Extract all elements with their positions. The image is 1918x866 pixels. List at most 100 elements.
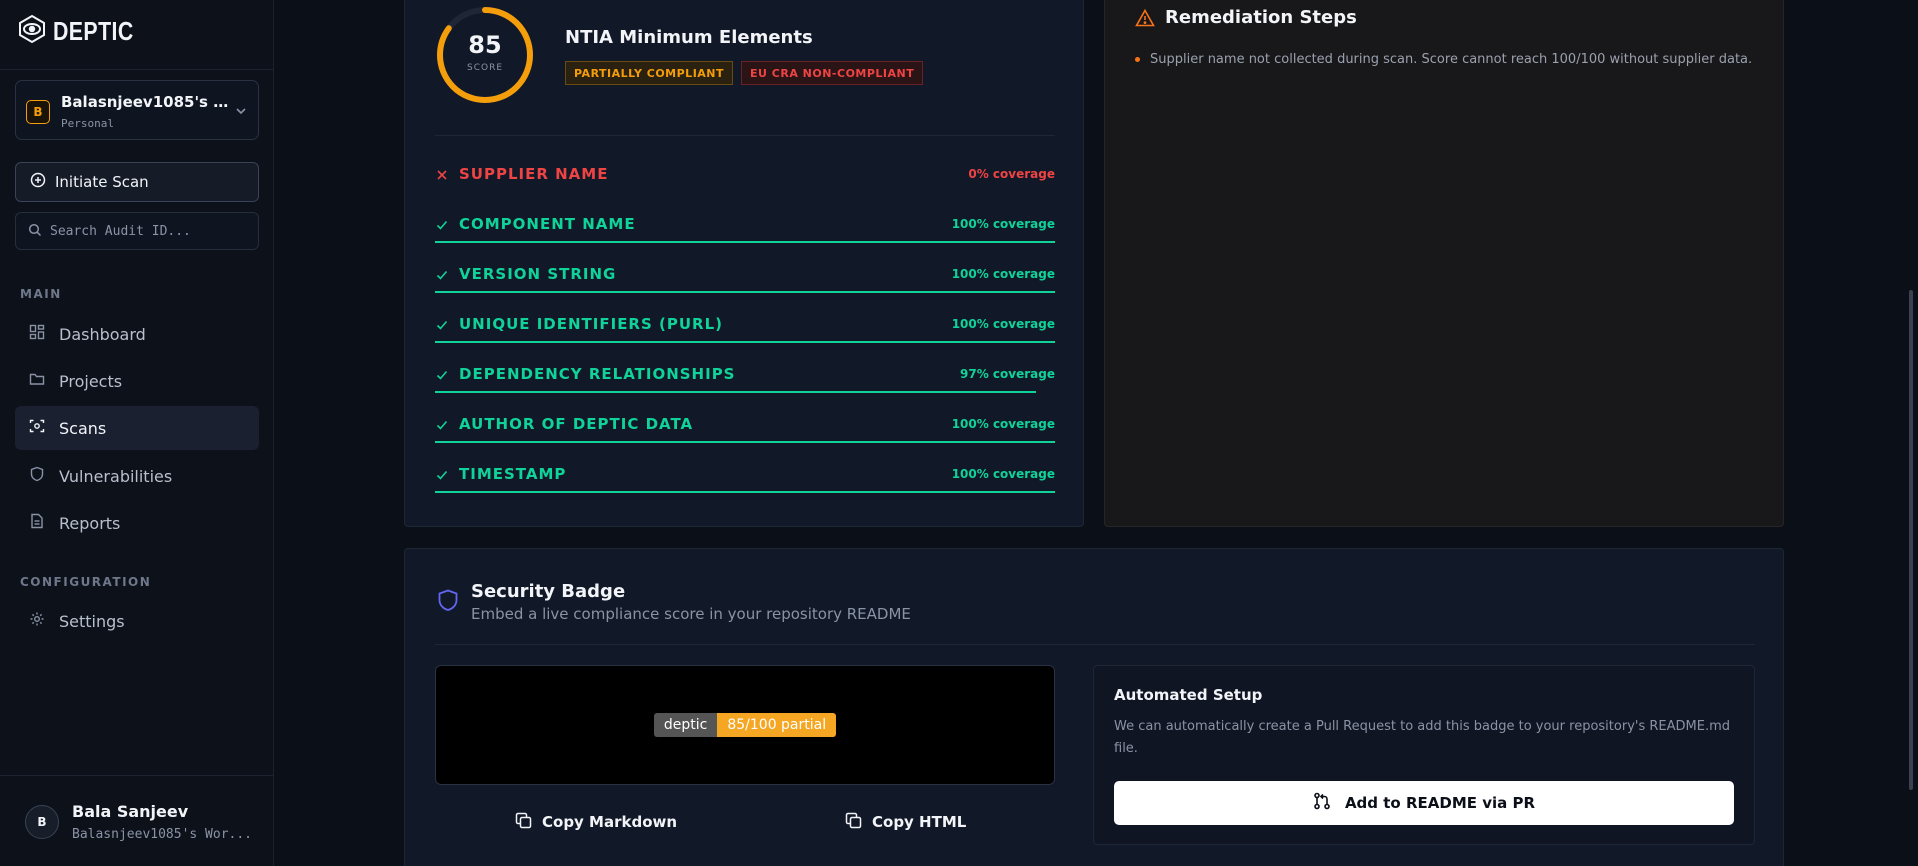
sidebar: DEPTIC B Balasnjeev1085's Wor... Persona… [0, 0, 274, 866]
copy-html-button[interactable]: Copy HTML [845, 807, 966, 837]
search-icon [28, 222, 42, 241]
brand-name: DEPTIC [53, 15, 134, 46]
dashboard-icon [29, 324, 45, 344]
add-to-readme-label: Add to README via PR [1344, 794, 1536, 812]
copy-icon [845, 812, 862, 833]
ntia-divider [435, 135, 1055, 136]
criterion-name: SUPPLIER NAME [459, 165, 609, 183]
coverage-bar [435, 441, 1055, 443]
nav-item-settings[interactable]: Settings [15, 599, 259, 643]
remediation-title: Remediation Steps [1165, 7, 1357, 28]
nav-item-label: Projects [59, 371, 123, 391]
nav-item-label: Scans [59, 418, 107, 438]
criterion-name: DEPENDENCY RELATIONSHIPS [459, 365, 736, 383]
criterion-row: UNIQUE IDENTIFIERS (PURL) 100% coverage [435, 305, 1055, 355]
coverage-bar [435, 491, 1055, 493]
user-profile[interactable]: B Bala Sanjeev Balasnjeev1085's Wor... [0, 776, 274, 866]
copy-markdown-label: Copy Markdown [542, 813, 678, 831]
security-badge-subtitle: Embed a live compliance score in your re… [471, 605, 911, 623]
coverage-bar [435, 341, 1055, 343]
initiate-scan-button[interactable]: Initiate Scan [15, 162, 259, 202]
criterion-coverage: 100% coverage [951, 417, 1055, 431]
workspace-name: Balasnjeev1085's Wor... [61, 93, 231, 111]
badge-preview-value: 85/100 partial [717, 713, 837, 737]
copy-icon [515, 812, 532, 833]
workspace-switcher[interactable]: B Balasnjeev1085's Wor... Personal [15, 80, 259, 140]
criterion-row: COMPONENT NAME 100% coverage [435, 205, 1055, 255]
criterion-coverage: 100% coverage [951, 267, 1055, 281]
criterion-row: SUPPLIER NAME 0% coverage [435, 155, 1055, 205]
security-divider [435, 644, 1755, 645]
nav-item-reports[interactable]: Reports [15, 501, 259, 545]
git-pull-request-icon [1313, 792, 1331, 814]
plus-circle-icon [30, 172, 46, 192]
nav-item-label: Vulnerabilities [59, 466, 173, 486]
criterion-coverage: 97% coverage [960, 367, 1055, 381]
status-badge-partial: PARTIALLY COMPLIANT [565, 61, 734, 85]
brand-logo[interactable]: DEPTIC [17, 14, 151, 48]
avatar: B [25, 805, 59, 839]
criterion-coverage: 0% coverage [968, 167, 1055, 181]
score-value: 85 [468, 31, 502, 59]
folder-icon [29, 371, 45, 391]
ntia-card: 85 SCORE NTIA Minimum Elements PARTIALLY… [404, 0, 1084, 527]
document-icon [29, 513, 45, 533]
criterion-name: VERSION STRING [459, 265, 617, 283]
bullet [1135, 57, 1140, 62]
user-name: Bala Sanjeev [72, 802, 189, 821]
criterion-row: TIMESTAMP 100% coverage [435, 455, 1055, 505]
x-icon [435, 167, 449, 186]
nav-item-dashboard[interactable]: Dashboard [15, 312, 259, 356]
criterion-name: AUTHOR OF DEPTIC DATA [459, 415, 694, 433]
copy-html-label: Copy HTML [872, 813, 967, 831]
ntia-title: NTIA Minimum Elements [565, 27, 813, 48]
security-badge-title: Security Badge [471, 581, 626, 602]
coverage-bar [435, 241, 1055, 243]
nav-section-main: MAIN [20, 287, 62, 301]
workspace-type: Personal [61, 117, 114, 130]
chevron-down-icon [234, 103, 248, 122]
criterion-coverage: 100% coverage [951, 317, 1055, 331]
list-item: Supplier name not collected during scan.… [1135, 52, 1752, 67]
criterion-coverage: 100% coverage [951, 467, 1055, 481]
copy-markdown-button[interactable]: Copy Markdown [515, 807, 677, 837]
warning-icon [1135, 8, 1155, 31]
check-icon [435, 467, 449, 486]
criterion-row: AUTHOR OF DEPTIC DATA 100% coverage [435, 405, 1055, 455]
check-icon [435, 267, 449, 286]
scrollbar-thumb[interactable] [1909, 290, 1913, 790]
nav-item-scans[interactable]: Scans [15, 406, 259, 450]
remediation-card: Remediation Steps Supplier name not coll… [1104, 0, 1784, 527]
shield-icon [29, 466, 45, 486]
remediation-text: Supplier name not collected during scan.… [1150, 52, 1753, 67]
score-gauge: 85 SCORE [435, 5, 535, 105]
scan-icon [29, 418, 45, 438]
check-icon [435, 417, 449, 436]
sidebar-divider [0, 69, 274, 70]
initiate-scan-label: Initiate Scan [55, 173, 149, 191]
automated-setup-description: We can automatically create a Pull Reque… [1114, 719, 1730, 756]
badge-preview: deptic 85/100 partial [435, 665, 1055, 785]
nav-item-label: Reports [59, 513, 121, 533]
security-badge-card: Security Badge Embed a live compliance s… [404, 548, 1784, 866]
nav-item-projects[interactable]: Projects [15, 359, 259, 403]
check-icon [435, 367, 449, 386]
gear-icon [29, 611, 45, 631]
search-input[interactable] [50, 223, 240, 239]
automated-setup-title: Automated Setup [1114, 686, 1263, 704]
status-badge-cra: EU CRA NON-COMPLIANT [741, 61, 924, 85]
check-icon [435, 317, 449, 336]
automated-setup-panel: Automated Setup We can automatically cre… [1093, 665, 1755, 845]
criterion-name: UNIQUE IDENTIFIERS (PURL) [459, 315, 724, 333]
criterion-row: VERSION STRING 100% coverage [435, 255, 1055, 305]
badge-preview-label: deptic [653, 713, 718, 737]
shield-icon [437, 589, 459, 617]
eye-logo-icon [17, 14, 47, 48]
nav-section-configuration: CONFIGURATION [20, 575, 152, 589]
add-to-readme-button[interactable]: Add to README via PR [1114, 781, 1734, 825]
nav-item-label: Dashboard [59, 324, 146, 344]
nav-item-vulnerabilities[interactable]: Vulnerabilities [15, 454, 259, 498]
criterion-name: COMPONENT NAME [459, 215, 636, 233]
scrollbar[interactable] [1904, 0, 1918, 866]
criterion-row: DEPENDENCY RELATIONSHIPS 97% coverage [435, 355, 1055, 405]
